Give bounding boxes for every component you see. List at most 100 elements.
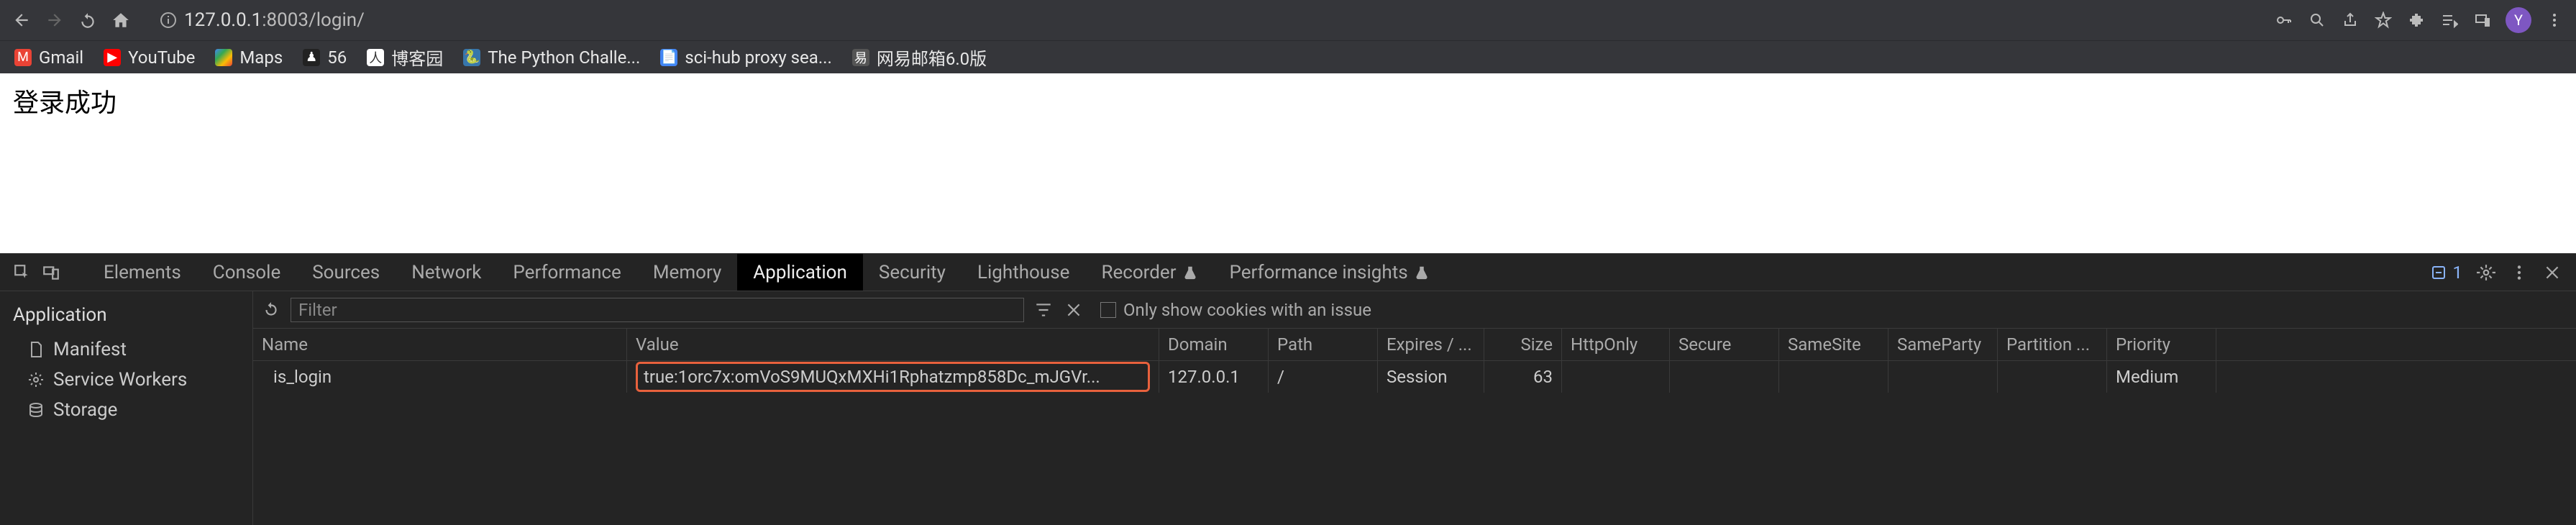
devtools-tabbar: Elements Console Sources Network Perform… xyxy=(0,254,2576,291)
td-path: / xyxy=(1269,361,1378,393)
sidebar-item-manifest[interactable]: Manifest xyxy=(0,334,252,365)
browser-toolbar: 127.0.0.1:8003/login/ Y xyxy=(0,0,2576,40)
bookmark-scihub[interactable]: 📄 sci-hub proxy sea... xyxy=(660,47,831,68)
zoom-icon[interactable] xyxy=(2307,10,2327,30)
sidebar-item-storage[interactable]: Storage xyxy=(0,395,252,425)
th-domain[interactable]: Domain xyxy=(1159,329,1269,360)
bookmark-netease[interactable]: 易网易邮箱6.0版 xyxy=(852,45,987,70)
gear-icon xyxy=(27,371,45,388)
only-issues-checkbox[interactable]: Only show cookies with an issue xyxy=(1100,300,1371,320)
url-text: 127.0.0.1:8003/login/ xyxy=(184,9,365,31)
bookmark-label: 博客园 xyxy=(391,45,443,70)
td-priority: Medium xyxy=(2107,361,2216,393)
th-priority[interactable]: Priority xyxy=(2107,329,2216,360)
device-toggle-icon[interactable] xyxy=(42,263,60,282)
tab-elements[interactable]: Elements xyxy=(88,254,197,291)
th-name[interactable]: Name xyxy=(253,329,627,360)
tab-network[interactable]: Network xyxy=(396,254,497,291)
tab-console[interactable]: Console xyxy=(197,254,296,291)
document-icon xyxy=(27,341,45,358)
page-content: 登录成功 xyxy=(0,73,2576,253)
address-bar[interactable]: 127.0.0.1:8003/login/ xyxy=(151,7,2261,33)
cookies-filter-bar: Only show cookies with an issue xyxy=(253,291,2576,329)
bookmark-label: Gmail xyxy=(39,47,83,68)
checkbox-icon xyxy=(1100,302,1116,318)
flask-icon xyxy=(1414,265,1430,280)
cookies-table: Name Value Domain Path Expires / ... Siz… xyxy=(253,329,2576,525)
bookmark-youtube[interactable]: ▶YouTube xyxy=(104,47,195,68)
bookmark-label: sci-hub proxy sea... xyxy=(685,47,831,68)
page-text: 登录成功 xyxy=(13,88,117,118)
tab-sources[interactable]: Sources xyxy=(296,254,396,291)
home-button[interactable] xyxy=(111,10,131,30)
56-icon: ♟ xyxy=(303,49,320,66)
cookie-value-highlight: true:1orc7x:omVoS9MUQxMXHi1Rphatzmp858Dc… xyxy=(636,362,1150,392)
gmail-icon: M xyxy=(14,49,32,66)
th-samesite[interactable]: SameSite xyxy=(1779,329,1888,360)
settings-icon[interactable] xyxy=(2477,263,2495,282)
table-row[interactable]: is_login true:1orc7x:omVoS9MUQxMXHi1Rpha… xyxy=(253,361,2576,393)
inspect-icon[interactable] xyxy=(13,263,32,282)
clear-icon[interactable] xyxy=(1064,301,1083,319)
devtools-panel: Elements Console Sources Network Perform… xyxy=(0,253,2576,525)
maps-icon xyxy=(215,49,232,66)
bookmark-label: YouTube xyxy=(128,47,195,68)
th-httponly[interactable]: HttpOnly xyxy=(1562,329,1670,360)
sidebar-item-service-workers[interactable]: Service Workers xyxy=(0,365,252,395)
menu-icon[interactable] xyxy=(2544,10,2564,30)
tab-performance[interactable]: Performance xyxy=(497,254,636,291)
tab-security[interactable]: Security xyxy=(863,254,962,291)
star-icon[interactable] xyxy=(2373,10,2393,30)
back-button[interactable] xyxy=(12,10,32,30)
bookmark-label: 网易邮箱6.0版 xyxy=(877,45,987,70)
th-path[interactable]: Path xyxy=(1269,329,1378,360)
filter-icon[interactable] xyxy=(1034,301,1053,319)
tab-recorder[interactable]: Recorder xyxy=(1085,254,1213,291)
filter-input[interactable] xyxy=(291,298,1024,322)
close-icon[interactable] xyxy=(2543,263,2562,282)
th-size[interactable]: Size xyxy=(1484,329,1562,360)
database-icon xyxy=(27,401,45,419)
th-value[interactable]: Value xyxy=(627,329,1159,360)
tab-lighthouse[interactable]: Lighthouse xyxy=(962,254,1085,291)
issues-badge[interactable]: 1 xyxy=(2430,262,2463,283)
reload-button[interactable] xyxy=(78,10,98,30)
profile-avatar[interactable]: Y xyxy=(2506,7,2531,33)
extensions-icon[interactable] xyxy=(2406,10,2426,30)
cookies-pane: Only show cookies with an issue Name Val… xyxy=(253,291,2576,525)
bookmark-maps[interactable]: Maps xyxy=(215,47,283,68)
td-httponly xyxy=(1562,361,1670,393)
th-secure[interactable]: Secure xyxy=(1670,329,1779,360)
python-icon: 🐍 xyxy=(463,49,480,66)
td-size: 63 xyxy=(1484,361,1562,393)
tab-application[interactable]: Application xyxy=(737,254,863,291)
bookmark-label: Maps xyxy=(239,47,283,68)
tab-perf-insights[interactable]: Performance insights xyxy=(1214,254,1445,291)
tab-memory[interactable]: Memory xyxy=(637,254,737,291)
td-samesite xyxy=(1779,361,1888,393)
key-icon[interactable] xyxy=(2274,10,2294,30)
refresh-icon[interactable] xyxy=(262,301,280,319)
devices-icon[interactable] xyxy=(2472,10,2493,30)
th-partition[interactable]: Partition ... xyxy=(1998,329,2107,360)
td-domain: 127.0.0.1 xyxy=(1159,361,1269,393)
bookmarks-bar: M Gmail ▶YouTube Maps ♟ 56 人博客园 🐍The Pytho… xyxy=(0,40,2576,73)
bookmark-gmail[interactable]: M Gmail xyxy=(14,47,83,68)
th-expires[interactable]: Expires / ... xyxy=(1378,329,1484,360)
bookmark-bokeyuan[interactable]: 人博客园 xyxy=(367,45,443,70)
td-value: true:1orc7x:omVoS9MUQxMXHi1Rphatzmp858Dc… xyxy=(627,361,1159,393)
bookmark-python[interactable]: 🐍The Python Challe... xyxy=(463,47,640,68)
sidebar-item-label: Manifest xyxy=(53,339,127,360)
bookmark-56[interactable]: ♟ 56 xyxy=(303,47,347,68)
forward-button[interactable] xyxy=(45,10,65,30)
playlist-icon[interactable] xyxy=(2439,10,2459,30)
bookmark-label: 56 xyxy=(327,47,347,68)
sidebar-heading: Application xyxy=(0,298,252,334)
toolbar-right: Y xyxy=(2274,7,2564,33)
th-sameparty[interactable]: SameParty xyxy=(1888,329,1998,360)
sidebar-item-label: Storage xyxy=(53,399,117,421)
scihub-icon: 📄 xyxy=(660,49,677,66)
info-icon xyxy=(160,12,177,29)
share-icon[interactable] xyxy=(2340,10,2360,30)
more-icon[interactable] xyxy=(2510,263,2529,282)
